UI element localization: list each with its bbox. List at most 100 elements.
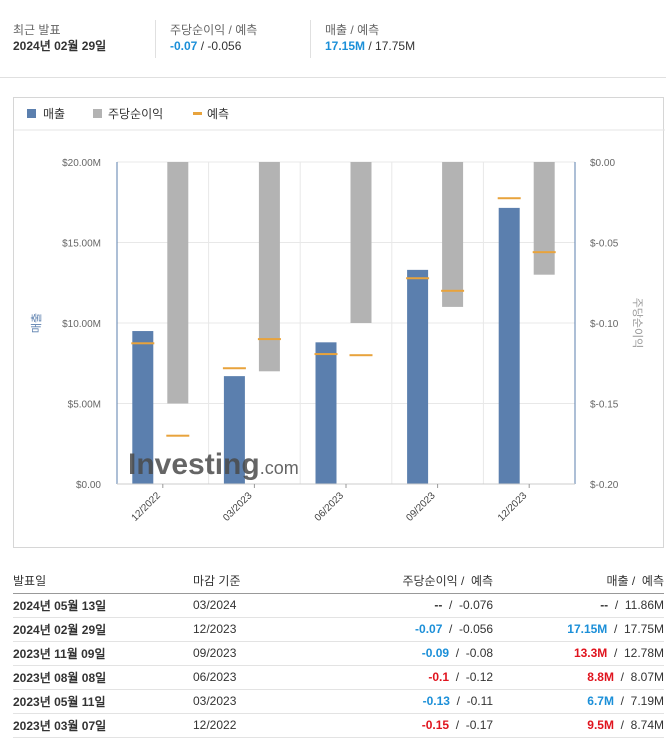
svg-text:Investing.com: Investing.com bbox=[128, 448, 299, 481]
row-date: 2023년 05월 11일 bbox=[13, 689, 193, 714]
chart-legend: 매출 주당순이익 예측 bbox=[27, 107, 229, 121]
eps-summary: 주당순이익 / 예측 -0.07 / -0.056 bbox=[170, 22, 257, 54]
row-revenue-actual: -- bbox=[600, 598, 609, 612]
y2-tick-label: $-0.20 bbox=[590, 480, 619, 491]
row-period: 12/2023 bbox=[193, 617, 333, 642]
row-revenue: 9.5M / 8.74M bbox=[493, 713, 664, 738]
row-revenue-forecast: / 8.07M bbox=[613, 670, 664, 684]
row-date: 2023년 08월 08일 bbox=[13, 665, 193, 690]
revenue-bar bbox=[407, 269, 429, 484]
row-eps: -0.13 / -0.11 bbox=[333, 689, 494, 714]
row-period: 03/2023 bbox=[193, 689, 333, 714]
legend-eps-label[interactable]: 주당순이익 bbox=[108, 107, 163, 121]
header-revenue-forecast-label: / 예측 bbox=[628, 574, 664, 589]
legend-eps-swatch bbox=[93, 109, 102, 118]
eps-bar bbox=[442, 162, 464, 307]
row-period: 03/2024 bbox=[193, 593, 333, 618]
row-revenue-actual: 17.15M bbox=[567, 622, 608, 636]
revenue-forecast-mark bbox=[497, 197, 521, 200]
y2-tick-label: $-0.05 bbox=[590, 239, 619, 250]
y2-tick-label: $-0.15 bbox=[590, 400, 619, 411]
table-header-row: 발표일 마감 기준 주당순이익 / 예측 매출 / 예측 bbox=[13, 569, 664, 594]
eps-forecast-mark bbox=[441, 289, 465, 292]
table-row: 2023년 05월 11일 03/2023 -0.13 / -0.11 6.7M / … bbox=[13, 689, 664, 714]
eps-bar bbox=[533, 162, 555, 275]
y-tick-label: $15.00M bbox=[62, 239, 101, 250]
y-tick-label: $0.00 bbox=[76, 480, 101, 491]
row-revenue-actual: 9.5M bbox=[587, 718, 614, 732]
header-revenue-label: 매출 bbox=[606, 574, 629, 589]
row-revenue-actual: 8.8M bbox=[587, 670, 614, 684]
header-period[interactable]: 마감 기준 bbox=[193, 569, 333, 594]
table-row: 2024년 02월 29일 12/2023 -0.07 / -0.056 17.15M… bbox=[13, 617, 664, 642]
row-revenue: 13.3M / 12.78M bbox=[493, 641, 664, 666]
y-tick-label: $10.00M bbox=[62, 319, 101, 330]
y2-tick-label: $-0.10 bbox=[590, 319, 619, 330]
header-date[interactable]: 발표일 bbox=[13, 569, 193, 594]
earnings-history-table: 발표일 마감 기준 주당순이익 / 예측 매출 / 예측 2024년 05월 1… bbox=[13, 569, 664, 738]
row-date: 2024년 02월 29일 bbox=[13, 617, 193, 642]
row-eps-forecast: / -0.11 bbox=[449, 694, 494, 708]
row-revenue-forecast: / 8.74M bbox=[613, 718, 664, 732]
revenue-summary: 매출 / 예측 17.15M / 17.75M bbox=[325, 22, 415, 54]
revenue-summary-label: 매출 / 예측 bbox=[325, 23, 380, 37]
eps-forecast-mark bbox=[532, 251, 556, 254]
table-row: 2023년 03월 07일 12/2022 -0.15 / -0.17 9.5M / … bbox=[13, 713, 664, 738]
x-tick-label: 09/2023 bbox=[404, 490, 438, 524]
row-eps-forecast: / -0.17 bbox=[449, 718, 494, 732]
row-eps-forecast: / -0.08 bbox=[449, 646, 494, 660]
revenue-forecast-mark bbox=[222, 367, 246, 370]
table-row: 2023년 08월 08일 06/2023 -0.1 / -0.12 8.8M / 8… bbox=[13, 665, 664, 690]
row-revenue-forecast: / 12.78M bbox=[607, 646, 664, 660]
header-revenue[interactable]: 매출 / 예측 bbox=[493, 569, 664, 594]
y-axis-title: 매출 bbox=[30, 313, 43, 333]
row-eps: -0.09 / -0.08 bbox=[333, 641, 494, 666]
row-revenue: 17.15M / 17.75M bbox=[493, 617, 664, 642]
latest-release-label: 최근 발표 bbox=[13, 23, 61, 37]
legend-revenue-swatch bbox=[27, 109, 36, 118]
row-eps-actual: -0.13 bbox=[422, 694, 450, 708]
eps-summary-label: 주당순이익 / 예측 bbox=[170, 23, 258, 37]
row-period: 06/2023 bbox=[193, 665, 333, 690]
row-eps: -0.07 / -0.056 bbox=[333, 617, 494, 642]
row-period: 09/2023 bbox=[193, 641, 333, 666]
earnings-summary: 최근 발표 2024년 02월 29일 주당순이익 / 예측 -0.07 / -… bbox=[0, 0, 666, 78]
row-date: 2023년 11월 09일 bbox=[13, 641, 193, 666]
row-date: 2024년 05월 13일 bbox=[13, 593, 193, 618]
earnings-chart: 매출 주당순이익 예측 Investing.com $0.00 $5.00M $10… bbox=[13, 97, 665, 548]
row-eps-actual: -0.1 bbox=[428, 670, 450, 684]
row-revenue: 6.7M / 7.19M bbox=[493, 689, 664, 714]
row-revenue-forecast: / 11.86M bbox=[608, 598, 664, 612]
revenue-forecast-mark bbox=[406, 277, 430, 280]
row-revenue-actual: 13.3M bbox=[573, 646, 608, 660]
row-eps-forecast: / -0.056 bbox=[442, 622, 494, 636]
eps-bar bbox=[350, 162, 372, 323]
revenue-forecast-mark bbox=[314, 353, 338, 356]
chart-svg: 매출 주당순이익 예측 Investing.com $0.00 $5.00M $10… bbox=[14, 107, 665, 524]
y-tick-label: $20.00M bbox=[62, 158, 101, 169]
investing-watermark: Investing.com bbox=[128, 448, 299, 481]
watermark-brand: Investing bbox=[128, 448, 260, 481]
eps-forecast-mark bbox=[166, 434, 190, 437]
row-period: 12/2022 bbox=[193, 713, 333, 738]
row-eps-forecast: / -0.076 bbox=[442, 598, 494, 612]
header-eps[interactable]: 주당순이익 / 예측 bbox=[333, 569, 494, 594]
table-row: 2023년 11월 09일 09/2023 -0.09 / -0.08 13.3M /… bbox=[13, 641, 664, 666]
row-revenue-actual: 6.7M bbox=[587, 694, 614, 708]
legend-forecast-label[interactable]: 예측 bbox=[207, 107, 229, 121]
row-eps-actual: -0.09 bbox=[421, 646, 450, 660]
row-eps: -0.1 / -0.12 bbox=[333, 665, 494, 690]
x-tick-label: 12/2022 bbox=[130, 490, 164, 524]
revenue-bar bbox=[315, 342, 337, 484]
revenue-forecast: / 17.75M bbox=[365, 39, 416, 53]
table-row: 2024년 05월 13일 03/2024 -- / -0.076 -- / 11.8… bbox=[13, 593, 664, 618]
revenue-actual: 17.15M bbox=[325, 39, 366, 53]
y-tick-label: $5.00M bbox=[68, 400, 101, 411]
eps-forecast-mark bbox=[349, 354, 373, 357]
eps-forecast-mark bbox=[257, 338, 281, 341]
revenue-forecast-mark bbox=[131, 342, 155, 345]
legend-revenue-label[interactable]: 매출 bbox=[43, 107, 65, 121]
watermark-suffix: .com bbox=[260, 458, 299, 478]
row-eps-forecast: / -0.12 bbox=[449, 670, 494, 684]
row-date: 2023년 03월 07일 bbox=[13, 713, 193, 738]
